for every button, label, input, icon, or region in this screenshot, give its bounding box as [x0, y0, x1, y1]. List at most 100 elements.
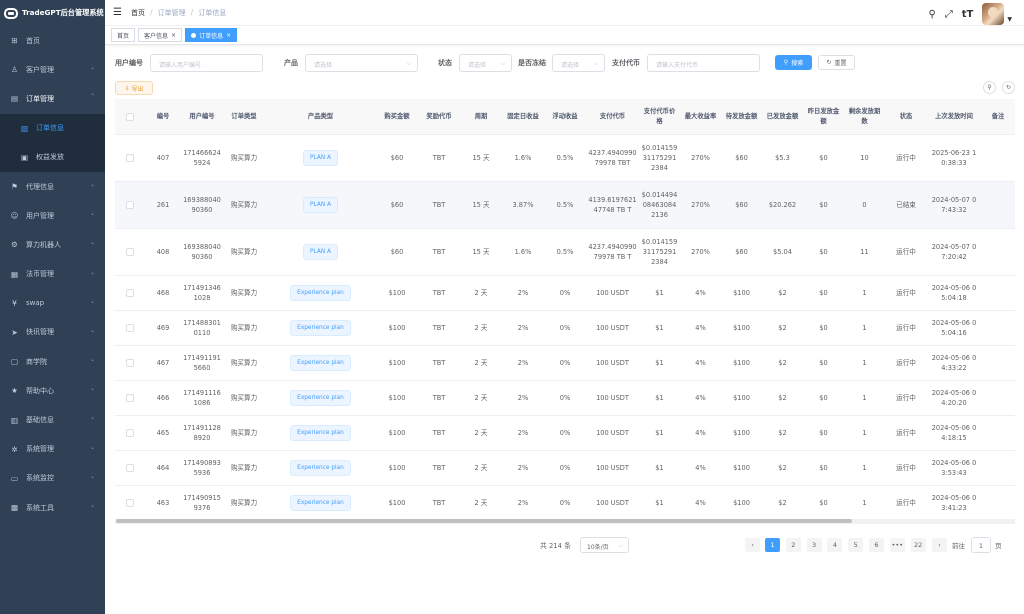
- caret-down-icon[interactable]: ▼: [1007, 16, 1012, 23]
- table-cell: 2 天: [474, 359, 488, 367]
- close-icon[interactable]: ×: [171, 32, 176, 39]
- table-cell: 2024-05-06 03:53:43: [931, 459, 977, 477]
- table-row[interactable]: 463 1714909159376 购买算力 Experience plan $100 T…: [115, 486, 1015, 521]
- sidebar-item-order[interactable]: ▤ 订单管理 ⌃: [0, 84, 105, 113]
- sidebar-item-robot[interactable]: ⚙ 算力机器人 ⌄: [0, 230, 105, 259]
- fullscreen-icon[interactable]: ⤢: [945, 9, 953, 20]
- chevron-down-icon: ⌵: [618, 542, 623, 549]
- prev-page-icon[interactable]: ‹: [745, 538, 760, 552]
- avatar[interactable]: [982, 3, 1005, 25]
- refresh-button[interactable]: ↻: [1002, 81, 1015, 94]
- sidebar-menu: ⊞ 首页 ♙ 客户管理 ⌄ ▤ 订单管理 ⌃ ▧ 订单信息 ▣ 权益发放 ⚑ 代理信息 ⌄ ☺ 用户管理 ⌄ ⚙ 算力…: [0, 26, 105, 522]
- table-row[interactable]: 467 1714911915660 购买算力 Experience plan $100 T…: [115, 346, 1015, 381]
- jump-page-input[interactable]: 1: [971, 537, 991, 553]
- row-checkbox[interactable]: [126, 154, 134, 162]
- column-header: 已发放金额: [766, 112, 799, 120]
- row-checkbox[interactable]: [126, 289, 134, 297]
- sidebar-item-monitor[interactable]: ▭ 系统监控 ⌄: [0, 464, 105, 493]
- export-button[interactable]: ⇓ 导出: [115, 81, 153, 95]
- row-checkbox[interactable]: [126, 324, 134, 332]
- row-checkbox[interactable]: [126, 394, 134, 402]
- page-button[interactable]: 2: [785, 538, 801, 552]
- sidebar-item-system[interactable]: ✲ 系统管理 ⌄: [0, 435, 105, 464]
- table-horizontal-scrollbar[interactable]: [115, 519, 1015, 524]
- table-row[interactable]: 464 1714908935936 购买算力 Experience plan $100 T…: [115, 451, 1015, 486]
- sidebar-item-news[interactable]: ➤ 快讯管理 ⌄: [0, 318, 105, 347]
- page-size-select[interactable]: 10条/页 ⌵: [580, 537, 629, 553]
- row-checkbox[interactable]: [126, 429, 134, 437]
- page-button[interactable]: 22: [910, 538, 926, 552]
- sidebar-item-order-info[interactable]: ▧ 订单信息: [0, 113, 105, 143]
- row-checkbox[interactable]: [126, 499, 134, 507]
- sidebar-item-agent[interactable]: ⚑ 代理信息 ⌄: [0, 172, 105, 201]
- font-size-icon[interactable]: tT: [962, 9, 974, 20]
- next-page-icon[interactable]: ›: [932, 538, 947, 552]
- page-button[interactable]: 1: [765, 538, 780, 552]
- table-cell: 购买算力: [230, 394, 258, 402]
- row-checkbox[interactable]: [126, 359, 134, 367]
- sidebar-item-home[interactable]: ⊞ 首页: [0, 26, 105, 55]
- table-row[interactable]: 469 1714883010110 购买算力 Experience plan $100 T…: [115, 311, 1015, 346]
- table-cell: 3.87%: [512, 201, 534, 209]
- table-cell: 2%: [517, 289, 529, 297]
- row-checkbox[interactable]: [126, 248, 134, 256]
- table-row[interactable]: 407 1714666245924 购买算力 PLAN A $60 TBT 15 天 1.6%…: [115, 135, 1015, 182]
- table-cell: $100: [733, 324, 750, 332]
- page-button[interactable]: 4: [827, 538, 843, 552]
- tag-1[interactable]: 客户信息 ×: [138, 28, 183, 42]
- sidebar-item-label: 首页: [26, 36, 40, 45]
- sidebar-item-school[interactable]: ▢ 商学院 ⌄: [0, 347, 105, 376]
- sidebar-item-rights[interactable]: ▣ 权益发放: [0, 142, 105, 172]
- row-checkbox[interactable]: [126, 464, 134, 472]
- table-cell: 购买算力: [230, 201, 258, 209]
- table-cell: $0: [819, 289, 828, 297]
- table-cell: 1: [862, 324, 867, 332]
- table-row[interactable]: 466 1714911161086 购买算力 Experience plan $100 T…: [115, 381, 1015, 416]
- row-checkbox[interactable]: [126, 201, 134, 209]
- close-icon[interactable]: ×: [226, 32, 231, 39]
- product-select[interactable]: 请选择 ⌵: [305, 54, 418, 72]
- status-select[interactable]: 请选择 ⌵: [459, 54, 512, 72]
- sidebar-item-help[interactable]: ★ 帮助中心 ⌄: [0, 376, 105, 405]
- page-button[interactable]: 6: [869, 538, 884, 552]
- hamburger-icon[interactable]: ☰: [113, 7, 122, 18]
- table-row[interactable]: 465 1714911288920 购买算力 Experience plan $100 T…: [115, 416, 1015, 451]
- table-cell: 1.6%: [514, 154, 532, 162]
- row-select-cell: [115, 416, 145, 450]
- user-no-input[interactable]: 请输入用户编号: [150, 54, 263, 72]
- table-row[interactable]: 261 1693880409036​0 购买算力 PLAN A $60 TBT 15 天 3.…: [115, 182, 1015, 229]
- table-row[interactable]: 408 16938804090360 购买算力 PLAN A $60 TBT 15 天 1.6…: [115, 229, 1015, 276]
- table-row[interactable]: 468 1714913461028 购买算力 Experience plan $100 T…: [115, 276, 1015, 311]
- breadcrumb-home[interactable]: 首页: [131, 8, 145, 18]
- coin-input[interactable]: 请输入支付代币: [647, 54, 760, 72]
- reset-button[interactable]: ↻ 重置: [818, 55, 855, 70]
- tag-label: 首页: [117, 32, 130, 40]
- tag-0[interactable]: 首页: [111, 28, 136, 42]
- page-button[interactable]: 5: [848, 538, 864, 552]
- sidebar-item-user[interactable]: ☺ 用户管理 ⌄: [0, 201, 105, 230]
- app-logo[interactable]: TradeGPT后台管理系统: [0, 0, 105, 26]
- sidebar-item-customer[interactable]: ♙ 客户管理 ⌄: [0, 55, 105, 84]
- page-button[interactable]: 3: [806, 538, 822, 552]
- column-header: 剩余发放期数: [848, 108, 881, 125]
- table-cell: $1: [655, 289, 664, 297]
- table-cell: $0: [819, 324, 828, 332]
- toggle-search-button[interactable]: ⚲: [983, 81, 996, 94]
- product-type-tag: Experience plan: [290, 425, 351, 441]
- sidebar-item-tools[interactable]: ▩ 系统工具 ⌄: [0, 493, 105, 522]
- search-icon[interactable]: ⚲: [928, 9, 935, 20]
- search-button[interactable]: ⚲ 搜索: [775, 55, 812, 70]
- more-pages-icon[interactable]: •••: [889, 538, 905, 552]
- table-cell: 2024-05-07 07:43:32: [931, 196, 977, 214]
- table-cell: 2 天: [474, 499, 488, 507]
- scrollbar-thumb[interactable]: [116, 519, 852, 523]
- sidebar-item-swap[interactable]: ¥ swap ⌄: [0, 289, 105, 318]
- sidebar-item-fiat[interactable]: ▦ 法币管理 ⌄: [0, 260, 105, 289]
- column-header: 昨日发放金额: [807, 108, 840, 125]
- column-header: 编号: [156, 112, 170, 120]
- frozen-select[interactable]: 请选择 ⌵: [552, 54, 605, 72]
- tag-2[interactable]: 订单信息 ×: [185, 28, 238, 42]
- select-all-checkbox[interactable]: [126, 112, 134, 121]
- sidebar-item-base-info[interactable]: ▥ 基础信息 ⌄: [0, 405, 105, 434]
- user-icon: ☺: [10, 211, 19, 221]
